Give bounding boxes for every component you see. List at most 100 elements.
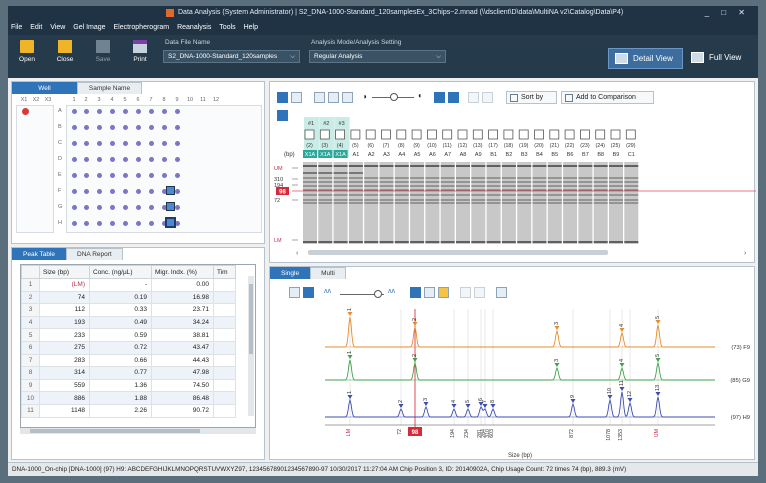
electropherogram-chart[interactable]: 12345(73) F9123 45(85) G91234 567 891011121… xyxy=(270,267,756,461)
tab-peak-table[interactable]: Peak Table xyxy=(12,248,67,260)
well[interactable] xyxy=(109,221,115,226)
scrollbar-thumb[interactable] xyxy=(249,284,253,354)
well[interactable] xyxy=(161,157,167,162)
print-button[interactable]: Print xyxy=(125,39,155,63)
well[interactable] xyxy=(135,157,141,162)
well[interactable] xyxy=(71,109,77,114)
lane-checkbox[interactable] xyxy=(564,129,575,140)
lane-checkbox[interactable] xyxy=(304,129,315,140)
lane-checkbox[interactable] xyxy=(534,129,544,140)
well[interactable] xyxy=(83,141,89,146)
save-button[interactable]: Save xyxy=(88,39,118,63)
lane-checkbox[interactable] xyxy=(365,129,376,140)
well[interactable] xyxy=(122,173,128,178)
well[interactable] xyxy=(71,173,77,178)
col-migr-header[interactable]: Migr. Indx. (%) xyxy=(151,265,214,279)
well[interactable] xyxy=(122,157,128,162)
scroll-left-icon[interactable]: ‹ xyxy=(296,250,299,257)
well[interactable] xyxy=(148,157,154,162)
well[interactable] xyxy=(148,205,154,210)
well[interactable] xyxy=(109,157,115,162)
selected-well-g9[interactable] xyxy=(166,202,175,211)
analysis-mode-dropdown[interactable]: Regular Analysis ⌵ xyxy=(309,50,446,63)
table-row[interactable]: 6 275 0.72 43.47 xyxy=(21,340,236,355)
well[interactable] xyxy=(83,221,89,226)
table-row[interactable]: 7 283 0.66 44.43 xyxy=(21,353,236,368)
well[interactable] xyxy=(135,221,141,226)
well[interactable] xyxy=(122,109,128,114)
open-button[interactable]: Open xyxy=(12,39,42,63)
col-time-header[interactable]: Tim xyxy=(213,265,236,279)
gel-image[interactable]: #1 #2 #3 (2) X1A (3) X1A (4) X1A (5) A1 (6) A2 (7) A3 (… xyxy=(270,82,756,264)
well[interactable] xyxy=(71,157,77,162)
table-row[interactable]: 4 193 0.49 34.24 xyxy=(21,315,236,330)
well[interactable] xyxy=(96,173,102,178)
well[interactable] xyxy=(135,173,141,178)
well[interactable] xyxy=(148,221,154,226)
well[interactable] xyxy=(96,141,102,146)
lane-checkbox[interactable] xyxy=(335,129,345,140)
lane-checkbox[interactable] xyxy=(472,129,483,140)
menu-edit[interactable]: Edit xyxy=(27,21,45,31)
lane-checkbox[interactable] xyxy=(488,129,499,140)
well[interactable] xyxy=(83,157,89,162)
window-controls[interactable]: _ □ ✕ xyxy=(705,8,750,17)
table-horizontal-scrollbar[interactable] xyxy=(20,428,256,434)
well[interactable] xyxy=(122,221,128,226)
selected-well-h9[interactable] xyxy=(165,217,176,228)
well[interactable] xyxy=(174,141,180,146)
file-name-dropdown[interactable]: S2_DNA-1000-Standard_120samples ⌵ xyxy=(163,50,300,63)
well[interactable] xyxy=(174,109,180,114)
table-row[interactable]: 8 314 0.77 47.98 xyxy=(21,366,236,380)
table-row[interactable]: 3 112 0.33 23.71 xyxy=(21,303,236,317)
well[interactable] xyxy=(148,189,154,194)
well[interactable] xyxy=(83,109,89,114)
lane-checkbox[interactable] xyxy=(442,129,453,140)
well[interactable] xyxy=(109,125,115,130)
well[interactable] xyxy=(174,205,180,210)
menu-view[interactable]: View xyxy=(47,21,68,31)
well[interactable] xyxy=(122,205,128,210)
close-button[interactable]: Close xyxy=(50,39,80,63)
well[interactable] xyxy=(96,109,102,114)
well[interactable] xyxy=(96,205,102,210)
well[interactable] xyxy=(135,205,141,210)
well[interactable] xyxy=(71,221,77,226)
well[interactable] xyxy=(109,205,115,210)
lane-checkbox[interactable] xyxy=(350,129,361,140)
well[interactable] xyxy=(109,141,115,146)
well[interactable] xyxy=(109,189,115,194)
well[interactable] xyxy=(174,157,180,162)
menu-tools[interactable]: Tools xyxy=(216,21,238,31)
detail-view-button[interactable]: Detail View xyxy=(608,48,683,69)
lane-checkbox[interactable] xyxy=(396,129,407,140)
lane-checkbox[interactable] xyxy=(319,129,330,140)
table-row[interactable]: 5 233 0.59 38.81 xyxy=(21,328,236,342)
well[interactable] xyxy=(122,189,128,194)
well[interactable] xyxy=(109,173,115,178)
well[interactable] xyxy=(135,141,141,146)
well[interactable] xyxy=(96,221,102,226)
lane-checkbox[interactable] xyxy=(610,129,621,140)
tab-sample-name[interactable]: Sample Name xyxy=(77,82,142,94)
table-vertical-scrollbar[interactable] xyxy=(248,276,254,416)
well[interactable] xyxy=(174,125,180,130)
well[interactable] xyxy=(96,125,102,130)
well[interactable] xyxy=(135,109,141,114)
well[interactable] xyxy=(148,141,154,146)
well[interactable] xyxy=(174,173,180,178)
selected-control-well[interactable] xyxy=(22,108,29,115)
lane-checkbox[interactable] xyxy=(595,129,606,140)
well[interactable] xyxy=(71,205,77,210)
menu-gel-image[interactable]: Gel Image xyxy=(70,21,108,31)
lane-checkbox[interactable] xyxy=(579,129,590,140)
col-conc-header[interactable]: Conc. (ng/µL) xyxy=(89,265,152,279)
table-row[interactable]: 2 74 0.19 16.98 xyxy=(21,290,236,305)
col-size-header[interactable]: Size (bp) xyxy=(39,265,90,279)
well[interactable] xyxy=(71,125,77,130)
well[interactable] xyxy=(96,157,102,162)
well[interactable] xyxy=(148,173,154,178)
table-row[interactable]: 10 886 1.88 86.48 xyxy=(21,391,236,405)
table-row[interactable]: 11 1148 2.26 90.72 xyxy=(21,403,236,418)
well[interactable] xyxy=(71,189,77,194)
